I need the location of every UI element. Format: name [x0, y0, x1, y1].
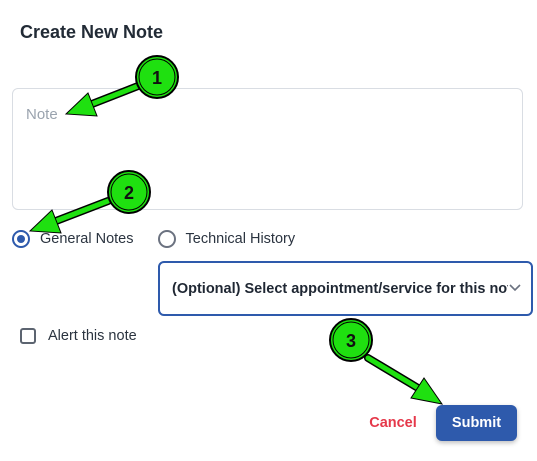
radio-general-notes[interactable]: General Notes — [12, 230, 134, 248]
submit-button[interactable]: Submit — [436, 405, 517, 441]
radio-general-notes-label: General Notes — [40, 231, 134, 247]
radio-technical-history-indicator[interactable] — [157, 230, 176, 248]
radio-general-notes-indicator[interactable] — [12, 230, 30, 248]
appointment-select-value: (Optional) Select appointment/service fo… — [172, 280, 508, 297]
note-field-container — [12, 88, 523, 210]
alert-note-option[interactable]: Alert this note — [20, 328, 137, 344]
dialog-title: Create New Note — [20, 22, 164, 42]
cancel-button[interactable]: Cancel — [360, 409, 426, 437]
radio-technical-history[interactable]: Technical History — [157, 230, 296, 248]
radio-technical-history-label: Technical History — [185, 231, 296, 247]
note-type-radio-group: General Notes Technical History — [12, 230, 295, 248]
create-note-dialog: Create New Note General Notes Technical … — [0, 0, 537, 461]
appointment-select[interactable]: (Optional) Select appointment/service fo… — [158, 261, 533, 316]
chevron-down-icon — [509, 284, 521, 292]
note-input[interactable] — [13, 89, 522, 209]
alert-note-checkbox[interactable] — [20, 328, 36, 344]
alert-note-label: Alert this note — [48, 328, 137, 344]
